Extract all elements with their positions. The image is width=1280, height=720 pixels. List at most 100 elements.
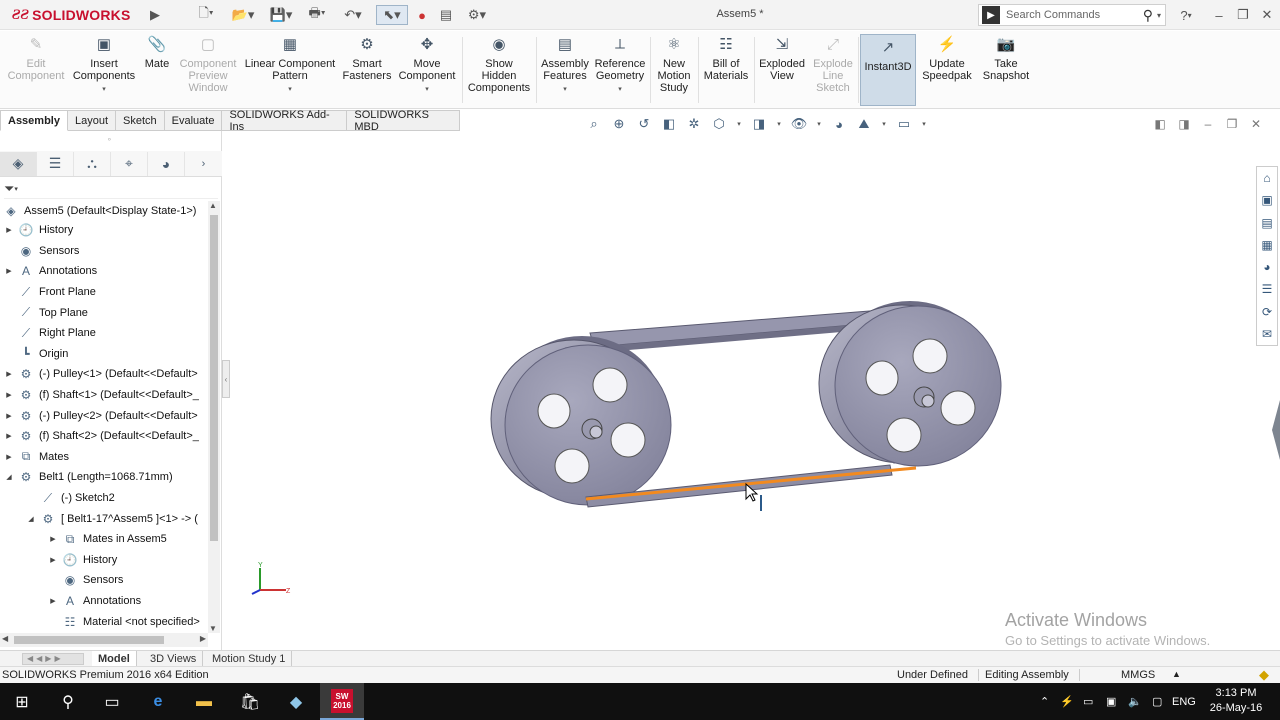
tree-root[interactable]: ◈ Assem5 (Default<Display State-1>) — [2, 201, 208, 222]
custom-properties-icon[interactable]: ☰ — [1262, 278, 1273, 300]
select-icon[interactable]: ⬉▾ — [376, 5, 408, 25]
chevron-down-icon[interactable]: ▾ — [775, 115, 783, 133]
view-settings-icon[interactable]: ▭ — [895, 115, 913, 133]
collapse-icon[interactable]: ◢ — [4, 473, 14, 481]
expand-icon[interactable]: ▶ — [4, 267, 14, 275]
search-dropdown-icon[interactable]: ▾ — [1157, 11, 1161, 20]
tab-assembly[interactable]: Assembly — [0, 110, 68, 131]
scroll-thumb[interactable] — [210, 215, 218, 541]
tree-item[interactable]: ▶ 🕘 History — [0, 550, 208, 571]
graphics-area[interactable] — [230, 135, 1254, 650]
scroll-thumb[interactable] — [14, 636, 164, 644]
tree-item[interactable]: ☷ Material <not specified> — [0, 611, 208, 632]
search-icon[interactable]: ⚲ — [46, 683, 90, 720]
search-scope-icon[interactable]: ▶ — [982, 6, 1000, 24]
panel-grip[interactable]: ⚬ — [106, 135, 113, 144]
dynamic-annotation-icon[interactable]: ✲ — [685, 115, 703, 133]
network-activity-icon[interactable]: ⚡ — [1060, 683, 1074, 720]
zoom-to-fit-icon[interactable]: ⌕ — [585, 115, 603, 133]
scroll-down-icon[interactable]: ▼ — [209, 624, 217, 633]
insert-components-button[interactable]: ▣ Insert Components ▾ — [70, 35, 138, 105]
rebuild-status-icon[interactable]: ◆ — [1259, 667, 1269, 683]
network-icon[interactable]: ▣ — [1106, 683, 1116, 720]
chevron-down-icon[interactable]: ▾ — [425, 84, 429, 96]
tree-item[interactable]: ◉ Sensors — [0, 241, 208, 262]
tab-model[interactable]: Model — [92, 651, 137, 667]
tab-navigation-icon[interactable]: ◀◀▶▶ — [22, 653, 84, 665]
chevron-down-icon[interactable]: ▾ — [735, 115, 743, 133]
feature-tree-tab-icon[interactable]: ◈ — [0, 151, 37, 176]
show-hidden-button[interactable]: ◉ Show Hidden Components — [464, 35, 534, 105]
new-motion-study-button[interactable]: ⚛ New Motion Study — [652, 35, 696, 105]
units-selector[interactable]: MMGS — [1121, 669, 1155, 681]
tree-item[interactable]: ◢ ⚙ Belt1 (Length=1068.71mm) — [0, 467, 208, 488]
tile-right-icon[interactable]: ◨ — [1176, 116, 1192, 132]
section-view-icon[interactable]: ◧ — [660, 115, 678, 133]
tree-item[interactable]: ┗ Origin — [0, 344, 208, 365]
bill-of-materials-button[interactable]: ☷ Bill of Materials — [700, 35, 752, 105]
task-view-icon[interactable]: ▭ — [90, 683, 134, 720]
move-component-button[interactable]: ✥ Move Component ▾ — [396, 35, 458, 105]
search-commands[interactable]: ▶ Search Commands ⚲ ▾ — [978, 4, 1166, 26]
smart-fasteners-button[interactable]: ⚙ Smart Fasteners — [343, 35, 392, 105]
language-indicator[interactable]: ENG — [1172, 683, 1196, 720]
clock[interactable]: 3:13 PM 26-May-16 — [1204, 686, 1268, 716]
tree-item[interactable]: ▶ A Annotations — [0, 591, 208, 612]
tree-horizontal-scrollbar[interactable]: ◀ ▶ — [0, 633, 208, 647]
restore-document-icon[interactable]: ❐ — [1224, 116, 1240, 132]
battery-icon[interactable]: ▭ — [1083, 683, 1093, 720]
options-gear-icon[interactable]: ⚙▾ — [462, 5, 492, 25]
linear-pattern-button[interactable]: ▦ Linear Component Pattern ▾ — [242, 35, 338, 105]
component-preview-button[interactable]: ▢ Component Preview Window — [176, 35, 240, 105]
task-pane-flyout-icon[interactable] — [1270, 400, 1280, 460]
save-icon[interactable]: 💾▾ — [266, 5, 296, 25]
search-input[interactable]: Search Commands — [1006, 9, 1143, 21]
dimxpert-tab-icon[interactable]: ⌖ — [111, 151, 148, 176]
tree-item[interactable]: ▶ ⧉ Mates in Assem5 — [0, 529, 208, 550]
minimize-document-icon[interactable]: – — [1200, 116, 1216, 132]
close-document-icon[interactable]: ✕ — [1248, 116, 1264, 132]
tree-item[interactable]: ▶ ⚙ (f) Shaft<1> (Default<<Default>_ — [0, 385, 208, 406]
tab-solidworks-mbd[interactable]: SOLIDWORKS MBD — [347, 109, 460, 133]
appearances-icon[interactable]: ◕ — [1263, 256, 1270, 278]
scroll-right-icon[interactable]: ▶ — [200, 634, 206, 643]
chevron-up-icon[interactable]: ▲ — [1172, 669, 1181, 679]
expand-icon[interactable]: ▶ — [4, 412, 14, 420]
configuration-manager-tab-icon[interactable]: ⛬ — [74, 151, 111, 176]
chevron-down-icon[interactable]: ▾ — [563, 84, 567, 96]
tab-3d-views[interactable]: 3D Views — [144, 651, 204, 667]
chevron-down-icon[interactable]: ▾ — [102, 84, 106, 96]
hide-show-items-icon[interactable]: 👁 — [790, 115, 808, 133]
edge-browser-icon[interactable]: e — [136, 683, 180, 720]
action-center-icon[interactable]: ▢ — [1152, 683, 1162, 720]
view-orientation-icon[interactable]: ⬡ — [710, 115, 728, 133]
rebuild-icon[interactable]: ● — [414, 5, 430, 25]
property-manager-tab-icon[interactable]: ☰ — [37, 151, 74, 176]
take-snapshot-button[interactable]: 📷 Take Snapshot — [978, 35, 1034, 105]
tree-item[interactable]: ▶ ⚙ (f) Shaft<2> (Default<<Default>_ — [0, 426, 208, 447]
display-manager-tab-icon[interactable]: ◕ — [148, 151, 185, 176]
tree-item[interactable]: ⟋ Right Plane — [0, 323, 208, 344]
previous-view-icon[interactable]: ↺ — [635, 115, 653, 133]
minimize-button[interactable]: – — [1208, 5, 1230, 25]
tree-item[interactable]: ▶ ⚙ (-) Pulley<2> (Default<<Default> — [0, 405, 208, 426]
new-document-icon[interactable]: 🗋▾ — [194, 5, 218, 25]
pulley-1[interactable] — [490, 336, 672, 506]
mate-button[interactable]: 📎 Mate — [140, 35, 174, 105]
chevron-down-icon[interactable]: ▾ — [880, 115, 888, 133]
solidworks-taskbar-icon[interactable]: SW 2016 — [320, 683, 364, 720]
restore-button[interactable]: ❐ — [1232, 5, 1254, 25]
view-palette-icon[interactable]: ▦ — [1261, 234, 1272, 256]
tab-layout[interactable]: Layout — [67, 110, 117, 131]
expand-icon[interactable]: ▶ — [4, 391, 14, 399]
instant3d-button[interactable]: ↗ Instant3D — [860, 34, 916, 106]
open-icon[interactable]: 📂▾ — [228, 5, 258, 25]
tree-item[interactable]: ⟋ (-) Sketch2 — [0, 488, 208, 509]
undo-icon[interactable]: ↶▾ — [338, 5, 368, 25]
update-speedpak-button[interactable]: ⚡ Update Speedpak — [918, 35, 976, 105]
tree-filter[interactable]: ⏷ ▾ — [4, 179, 218, 199]
solidworks-forum-icon[interactable]: ⟳ — [1262, 301, 1272, 323]
chevron-up-icon[interactable]: ⌃ — [1040, 683, 1049, 720]
chevron-down-icon[interactable]: ▾ — [618, 84, 622, 96]
tab-evaluate[interactable]: Evaluate — [164, 110, 223, 131]
